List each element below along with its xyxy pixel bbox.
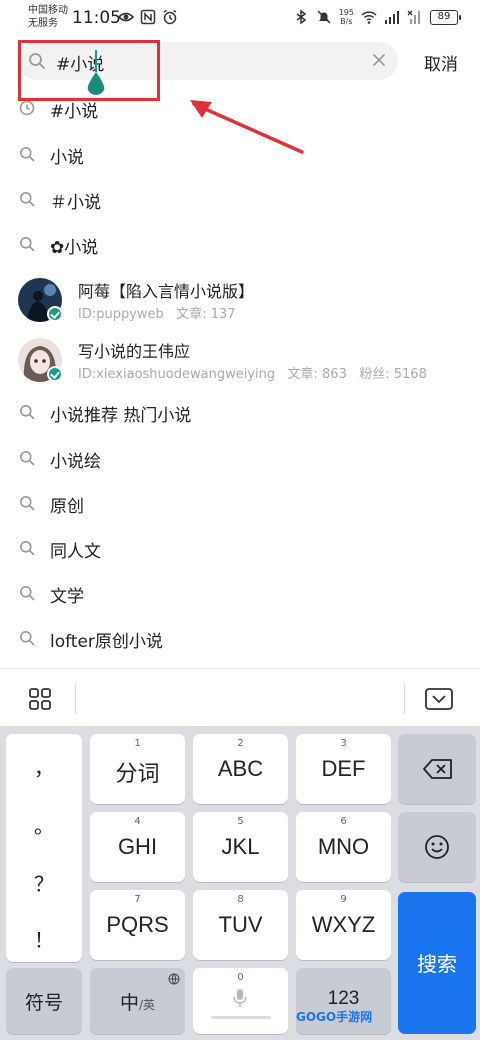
suggestion-label: 文学 [50,587,84,607]
emoji-icon [425,835,449,859]
wifi-icon [361,11,377,24]
search-icon [20,586,35,601]
nfc-icon [140,9,156,25]
emoji-key[interactable] [398,812,476,882]
key-9[interactable]: 9 WXYZ [296,890,391,960]
search-icon [20,541,35,556]
symbol-toggle-key[interactable]: 符号 [6,968,82,1034]
status-bar: 中国移动 无服务 11:05 195 B/s 89 [0,0,480,36]
user-meta: ID:xiexiaoshuodewangweiying 文章: 863 粉丝: … [78,363,427,382]
user-meta: ID:puppyweb 文章: 137 [78,303,236,322]
list-item[interactable]: 原创 [0,481,480,525]
key-8[interactable]: 8 TUV [193,890,288,960]
alarm-icon [163,9,177,25]
apps-grid-icon[interactable] [28,687,52,711]
search-icon [20,147,35,162]
list-item[interactable]: 小说推荐 热门小说 [0,390,480,434]
key-1[interactable]: 1 分词 [90,734,185,804]
suggestion-label: #小说 [50,102,99,122]
user-name: 阿莓【陷入言情小说版】 [78,282,255,301]
clear-icon[interactable] [372,53,386,67]
globe-icon [168,973,180,985]
user-articles: 文章: 137 [176,307,236,322]
list-item[interactable]: 文学 [0,571,480,615]
list-item[interactable]: ✿小说 [0,222,480,266]
user-id: ID:puppyweb [78,307,164,322]
user-name: 写小说的王伟应 [78,342,191,361]
list-item[interactable]: ＃小说 [0,177,480,221]
suggestion-label: 同人文 [50,542,101,562]
battery-indicator: 89 [430,9,461,25]
backspace-key[interactable] [398,734,476,804]
list-item[interactable]: 小说绘 [0,436,480,480]
lang-main-label: 中 [119,992,139,1014]
clock: 11:05 [72,8,121,28]
suggestion-label: ＃小说 [50,193,101,213]
signal-off-icon [407,10,420,24]
verified-badge-icon [47,366,63,382]
divider [404,684,405,714]
keyboard-hide-icon[interactable] [424,687,454,711]
net-speed-unit: B/s [340,17,353,26]
language-toggle-key[interactable]: 中/英 [90,968,185,1034]
suggestion-label: 小说推荐 热门小说 [50,406,192,426]
net-speed: 195 B/s [339,8,354,26]
user-fans: 粉丝: 5168 [359,367,427,382]
suggestion-label: 原创 [50,497,84,517]
suggestion-label: 小说绘 [50,452,101,472]
key-6[interactable]: 6 MNO [296,812,391,882]
mute-bell-icon [317,10,331,24]
symbol-key[interactable]: ， [6,752,82,781]
search-key[interactable]: 搜索 [398,892,476,1034]
user-articles: 文章: 863 [287,367,347,382]
key-2[interactable]: 2 ABC [193,734,288,804]
key-4[interactable]: 4 GHI [90,812,185,882]
net-speed-value: 195 [338,8,354,17]
search-icon [20,496,35,511]
suggestion-label: 小说 [50,148,84,168]
carrier-status: 无服务 [28,18,58,29]
key-3[interactable]: 3 DEF [296,734,391,804]
carrier-name: 中国移动 [28,5,68,16]
list-item[interactable]: #小说 [0,86,480,130]
keyboard-toolbar [0,668,480,726]
signal-4g-icon [385,11,399,24]
symbol-column[interactable]: ， 。 ？ ！ [6,734,82,962]
user-result[interactable]: 写小说的王伟应 ID:xiexiaoshuodewangweiying 文章: … [0,334,480,394]
user-result[interactable]: 阿莓【陷入言情小说版】 ID:puppyweb 文章: 137 [0,274,480,334]
key-7[interactable]: 7 PQRS [90,890,185,960]
backspace-icon [423,759,452,779]
key-5[interactable]: 5 JKL [193,812,288,882]
search-icon [20,405,35,420]
suggestion-label: lofter原创小说 [50,632,163,652]
search-icon [20,237,35,252]
list-item[interactable]: 小说 [0,132,480,176]
history-clock-icon [19,100,35,116]
verified-badge-icon [47,306,63,322]
space-bar-line [211,1016,271,1019]
list-item[interactable]: 同人文 [0,526,480,570]
search-icon [20,631,35,646]
cancel-button[interactable]: 取消 [424,50,458,75]
watermark: GOGO手游网 [296,1010,373,1024]
list-item[interactable]: lofter原创小说 [0,616,480,660]
carrier-info: 中国移动 无服务 [28,4,68,30]
symbol-key[interactable]: 。 [6,810,82,839]
lang-sub-label: /英 [138,998,156,1012]
microphone-icon [233,989,247,1007]
eye-icon [118,12,134,22]
space-key[interactable]: 0 [193,968,288,1034]
symbol-key[interactable]: ！ [6,924,82,953]
search-icon [20,451,35,466]
suggestion-label: ✿小说 [50,238,99,258]
bluetooth-icon [296,9,306,25]
user-id: ID:xiexiaoshuodewangweiying [78,367,276,382]
symbol-key[interactable]: ？ [6,868,82,897]
divider [75,684,76,714]
keyboard: ， 。 ？ ！ 1 分词 2 ABC 3 DEF 4 GHI 5 JKL 6 MNO 7 PQ… [0,726,480,1040]
search-key-label: 搜索 [417,952,457,976]
search-icon [20,192,35,207]
